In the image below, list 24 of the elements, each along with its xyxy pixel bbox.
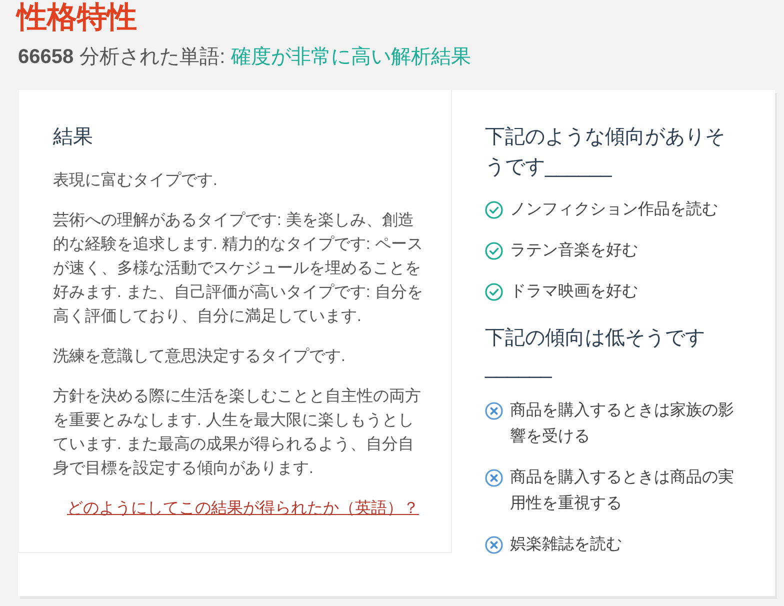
check-circle-icon bbox=[485, 201, 503, 219]
trait-text: ラテン音楽を好む bbox=[510, 240, 639, 261]
section-heading: 結果 bbox=[53, 125, 94, 150]
trait-text: 商品を購入するときは商品の実用性を重視する bbox=[510, 468, 735, 514]
word-count: 66658 bbox=[18, 46, 74, 68]
trait-text: ノンフィクション作品を読む bbox=[510, 200, 719, 220]
result-paragraph: 洗練を意識して意思決定するタイプです. bbox=[53, 346, 346, 367]
check-circle-icon bbox=[485, 283, 503, 301]
check-circle-icon bbox=[485, 242, 503, 260]
result-paragraph: 表現に富むタイプです. bbox=[53, 170, 218, 191]
explanation-link[interactable]: どのようにしてこの結果が得られたか（英語）？ bbox=[67, 500, 419, 517]
cross-circle-icon bbox=[485, 402, 503, 420]
confidence-text: 確度が非常に高い解析結果 bbox=[231, 46, 472, 68]
trait-text: 娯楽雑誌を読む bbox=[510, 534, 623, 555]
section-heading: 下記のような傾向がありそうです______ bbox=[485, 125, 726, 180]
result-paragraph: 芸術への理解があるタイプです: 美を楽しみ、創造的な経験を追求します. 精力的なタイプです: ペースが速く、多様な活動でスケジュールを埋めることを好みます. また、自己評価が高いタイプです: 自分を高く評価しており、自分に満足しています. bbox=[53, 210, 423, 327]
trait-text: ドラマ映画を好む bbox=[510, 282, 639, 302]
word-count-label: 分析された単語: bbox=[80, 46, 226, 68]
result-paragraph: 方針を決める際に生活を楽しむことと自主性の両方を重要とみなします. 人生を最大限に楽しもうとしています. また最高の成果が得られるよう、自分自身で目標を設定する傾向があります. bbox=[53, 386, 422, 479]
section-heading: 下記の傾向は低そうです______ bbox=[485, 326, 706, 381]
trait-text: 商品を購入するときは家族の影響を受ける bbox=[510, 400, 735, 447]
cross-circle-icon bbox=[485, 536, 503, 554]
page-title: 性格特性 bbox=[17, 0, 138, 36]
cross-circle-icon bbox=[485, 469, 503, 487]
